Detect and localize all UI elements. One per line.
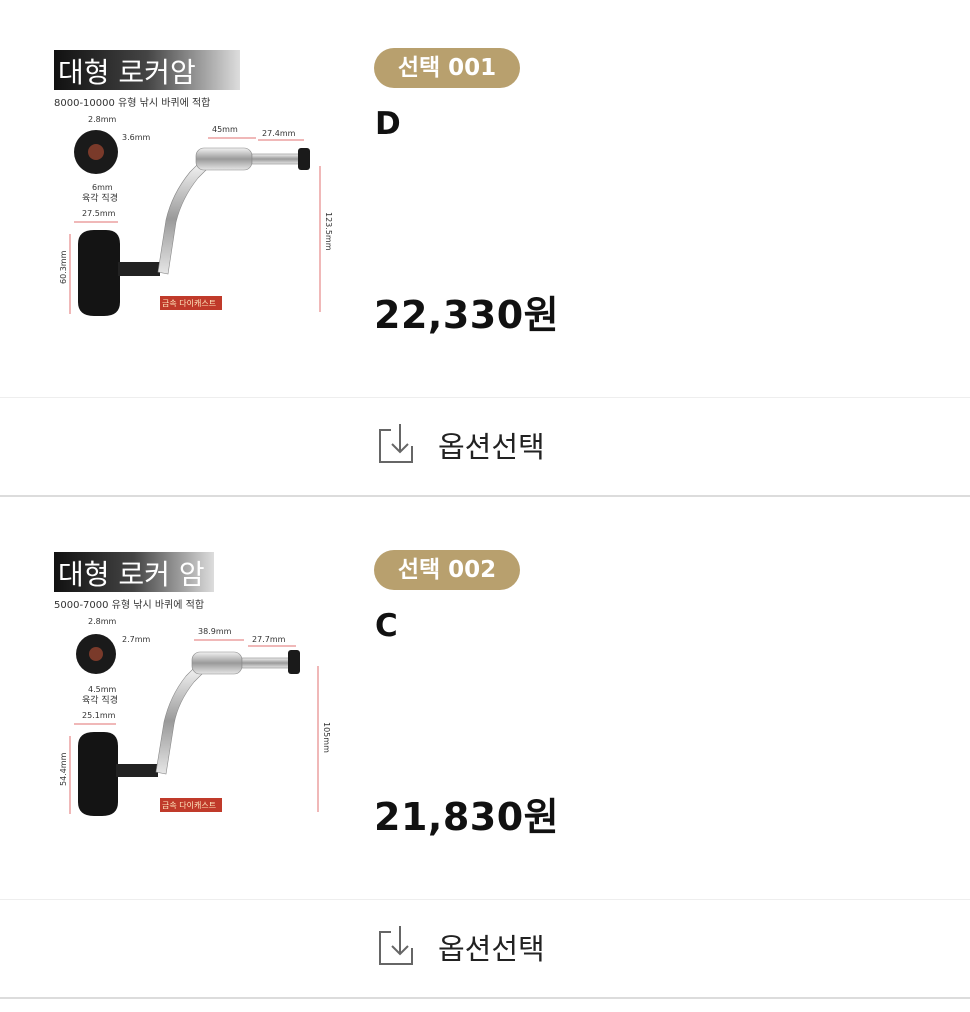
arm-head-shape (191, 651, 243, 675)
thumb-subtitle: 5000-7000 유형 낚시 바퀴에 적합 (54, 599, 204, 611)
download-box-icon (379, 424, 413, 463)
product-thumbnail: 대형 로커 암 5000-7000 유형 낚시 바퀴에 적합 2.8mm 2.7… (48, 546, 338, 836)
option-name: C (375, 608, 398, 644)
knob-shape (78, 732, 118, 816)
dim-knob-width: 25.1mm (82, 711, 116, 720)
hex-caption: 육각 직경 (82, 192, 118, 204)
select-option-label: 옵션선택 (438, 932, 545, 966)
bolt-hex-shape (88, 144, 104, 160)
dim-knob-height: 60.3mm (59, 250, 68, 284)
product-thumbnail: 대형 로커암 8000-10000 유형 낚시 바퀴에 적합 2.8mm 3.6… (48, 44, 338, 334)
option-badge: 선택 001 (374, 48, 520, 88)
dim-bolt-width: 2.8mm (88, 115, 117, 124)
thumb-title: 대형 로커암 (58, 56, 196, 89)
dim-bolt-depth: 2.7mm (122, 635, 151, 644)
dim-shaft-length: 27.7mm (252, 635, 286, 644)
download-box-icon (379, 926, 413, 965)
bolt-hex-shape (89, 647, 103, 661)
dim-arm-height: 123.5mm (324, 212, 333, 251)
material-tag: 금속 다이캐스트 (162, 298, 216, 308)
arm-shape (155, 667, 203, 775)
select-option-button[interactable]: 옵션선택 (0, 397, 970, 497)
thumb-subtitle: 8000-10000 유형 낚시 바퀴에 적합 (54, 97, 210, 109)
dim-bolt-depth: 3.6mm (122, 133, 151, 142)
select-option-button[interactable]: 옵션선택 (0, 899, 970, 999)
dim-arm-height: 105mm (322, 722, 331, 753)
shaft-cap-shape (298, 148, 310, 170)
knob-stem-shape (116, 764, 158, 777)
shaft-shape (241, 657, 293, 669)
option-item-summary: 대형 로커암 8000-10000 유형 낚시 바퀴에 적합 2.8mm 3.6… (0, 0, 970, 398)
dim-arm-length: 38.9mm (198, 627, 232, 636)
dim-shaft-length: 27.4mm (262, 129, 296, 138)
option-badge: 선택 002 (374, 550, 520, 590)
option-name: D (375, 106, 401, 142)
shaft-shape (251, 153, 303, 165)
option-price: 22,330원 (374, 293, 560, 337)
arm-shape (157, 163, 207, 275)
dim-hex: 6mm (92, 183, 113, 192)
dim-knob-height: 54.4mm (59, 752, 68, 786)
material-tag: 금속 다이캐스트 (162, 800, 216, 810)
select-option-label: 옵션선택 (438, 430, 545, 464)
knob-stem-shape (118, 262, 160, 276)
option-price: 21,830원 (374, 795, 560, 839)
dim-bolt-width: 2.8mm (88, 617, 117, 626)
dim-knob-width: 27.5mm (82, 209, 116, 218)
dim-hex: 4.5mm (88, 685, 117, 694)
arm-head-shape (195, 147, 253, 171)
knob-shape (78, 230, 120, 316)
option-item-summary: 대형 로커 암 5000-7000 유형 낚시 바퀴에 적합 2.8mm 2.7… (0, 502, 970, 900)
hex-caption: 육각 직경 (82, 694, 118, 706)
thumb-title: 대형 로커 암 (58, 558, 205, 591)
dim-arm-length: 45mm (212, 125, 238, 134)
shaft-cap-shape (288, 650, 300, 674)
